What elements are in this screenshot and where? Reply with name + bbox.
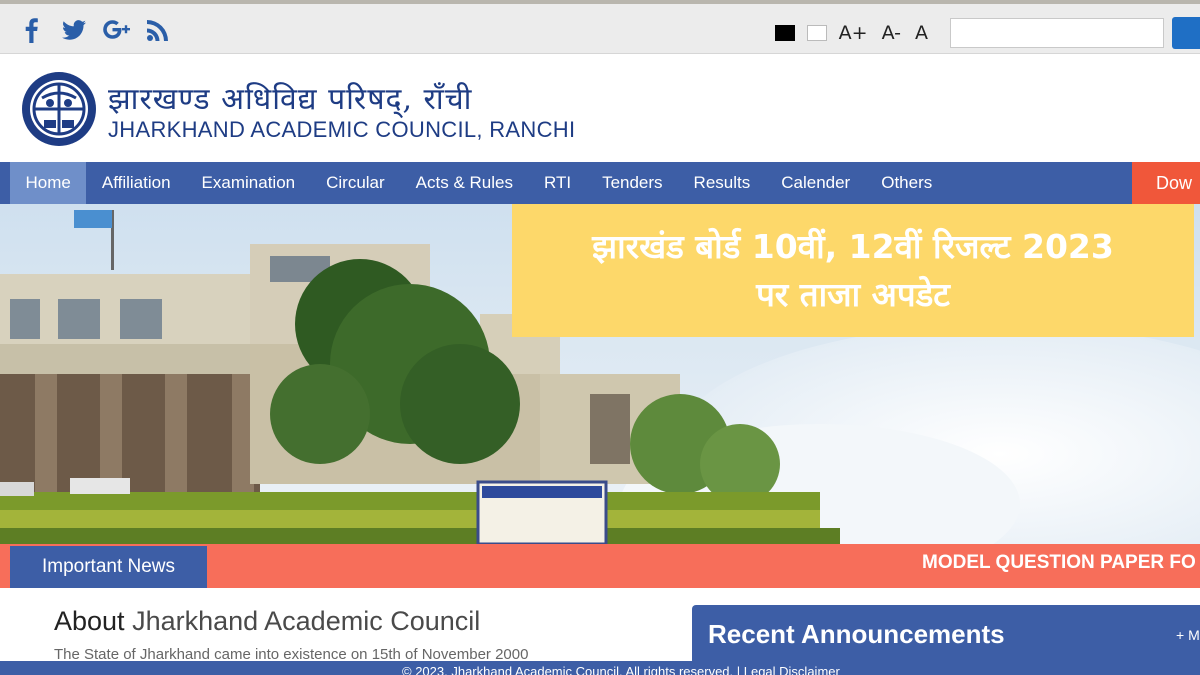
google-plus-icon[interactable] — [102, 16, 130, 44]
recent-announcements-title: Recent Announcements — [708, 619, 1005, 649]
nav-circular[interactable]: Circular — [311, 162, 401, 204]
rss-icon[interactable] — [144, 16, 172, 44]
promo-line-1: झारखंड बोर्ड 10वीं, 12वीं रिजल्ट 2023 — [592, 226, 1114, 266]
about-heading: About Jharkhand Academic Council — [54, 606, 480, 637]
utility-bar: A+ A- A — [0, 4, 1200, 54]
nav-others[interactable]: Others — [866, 162, 948, 204]
font-reset-button[interactable]: A — [915, 22, 928, 44]
site-header: झारखण्ड अधिविद्य परिषद्, राँची JHARKHAND… — [0, 55, 1200, 162]
nav-affiliation[interactable]: Affiliation — [86, 162, 186, 204]
nav-home[interactable]: Home — [10, 162, 87, 204]
nav-examination[interactable]: Examination — [186, 162, 311, 204]
important-news-label: Important News — [10, 546, 207, 588]
font-decrease-button[interactable]: A- — [882, 22, 901, 44]
footer: © 2023, Jharkhand Academic Council. All … — [0, 661, 1200, 675]
nav-spacer — [0, 162, 10, 204]
nav-rti[interactable]: RTI — [528, 162, 586, 204]
twitter-icon[interactable] — [60, 16, 88, 44]
result-update-banner[interactable]: झारखंड बोर्ड 10वीं, 12वीं रिजल्ट 2023 पर… — [512, 204, 1194, 337]
search-button[interactable] — [1172, 17, 1200, 49]
promo-line-2: पर ताजा अपडेट — [756, 274, 950, 314]
nav-download-button[interactable]: Dow — [1132, 162, 1200, 204]
social-links — [18, 16, 172, 44]
nav-tenders[interactable]: Tenders — [587, 162, 678, 204]
nav-results[interactable]: Results — [678, 162, 766, 204]
about-heading-highlight: Jharkhand Academic Council — [132, 606, 481, 636]
accessibility-tools: A+ A- A — [774, 17, 1200, 49]
news-ticker[interactable]: MODEL QUESTION PAPER FO — [922, 552, 1196, 574]
main-nav: Home Affiliation Examination Circular Ac… — [0, 162, 1200, 204]
page: A+ A- A झारखण्ड अधिविद्य परिषद्, राँची J… — [0, 0, 1200, 675]
council-title-hindi: झारखण्ड अधिविद्य परिषद्, राँची — [108, 82, 473, 117]
nav-calender[interactable]: Calender — [766, 162, 866, 204]
search-input[interactable] — [950, 18, 1164, 48]
light-contrast-button[interactable] — [806, 25, 827, 41]
nav-acts-rules[interactable]: Acts & Rules — [400, 162, 528, 204]
more-announcements-link[interactable]: + M — [1176, 627, 1200, 643]
font-increase-button[interactable]: A+ — [839, 22, 868, 44]
council-title-english: JHARKHAND ACADEMIC COUNCIL, RANCHI — [108, 117, 576, 142]
facebook-icon[interactable] — [18, 16, 46, 44]
council-logo[interactable] — [20, 70, 98, 148]
important-news-bar: Important News MODEL QUESTION PAPER FO — [0, 544, 1200, 588]
footer-copyright: © 2023, Jharkhand Academic Council. All … — [402, 664, 840, 675]
dark-contrast-button[interactable] — [774, 25, 795, 41]
about-heading-prefix: About — [54, 606, 133, 636]
hero-banner: झारखंड बोर्ड 10वीं, 12वीं रिजल्ट 2023 पर… — [0, 204, 1200, 544]
